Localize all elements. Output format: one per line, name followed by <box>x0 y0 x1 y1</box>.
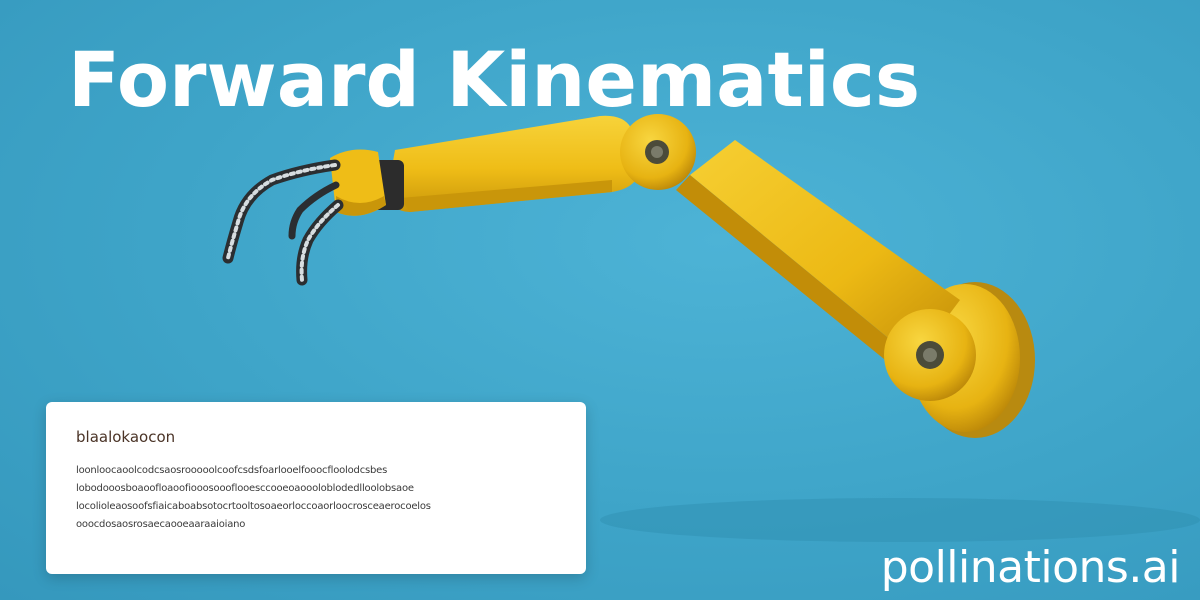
watermark: pollinations.ai <box>880 542 1181 593</box>
card-text-line: lobodooosboaoofloaoofiooosoooflooesccooe… <box>76 483 414 494</box>
card-heading: blaalokaocon <box>76 428 176 446</box>
card-text-line: loonloocaoolcodcsaosrooooolcoofcsdsfoarl… <box>76 465 388 476</box>
card-text-line: locolioleaosoofsfiaicaboabsotocrtooltoso… <box>76 501 431 512</box>
page-title: Forward Kinematics <box>68 35 921 124</box>
elbow-joint <box>620 114 696 190</box>
card-text-line: ooocdosaosrosaecaooeaaraaioiano <box>76 519 246 530</box>
shoulder-joint <box>884 309 976 401</box>
gripper-icon <box>222 159 344 286</box>
info-card: blaalokaocon loonloocaoolcodcsaosroooool… <box>46 402 586 574</box>
upper-arm-segment <box>388 115 640 212</box>
